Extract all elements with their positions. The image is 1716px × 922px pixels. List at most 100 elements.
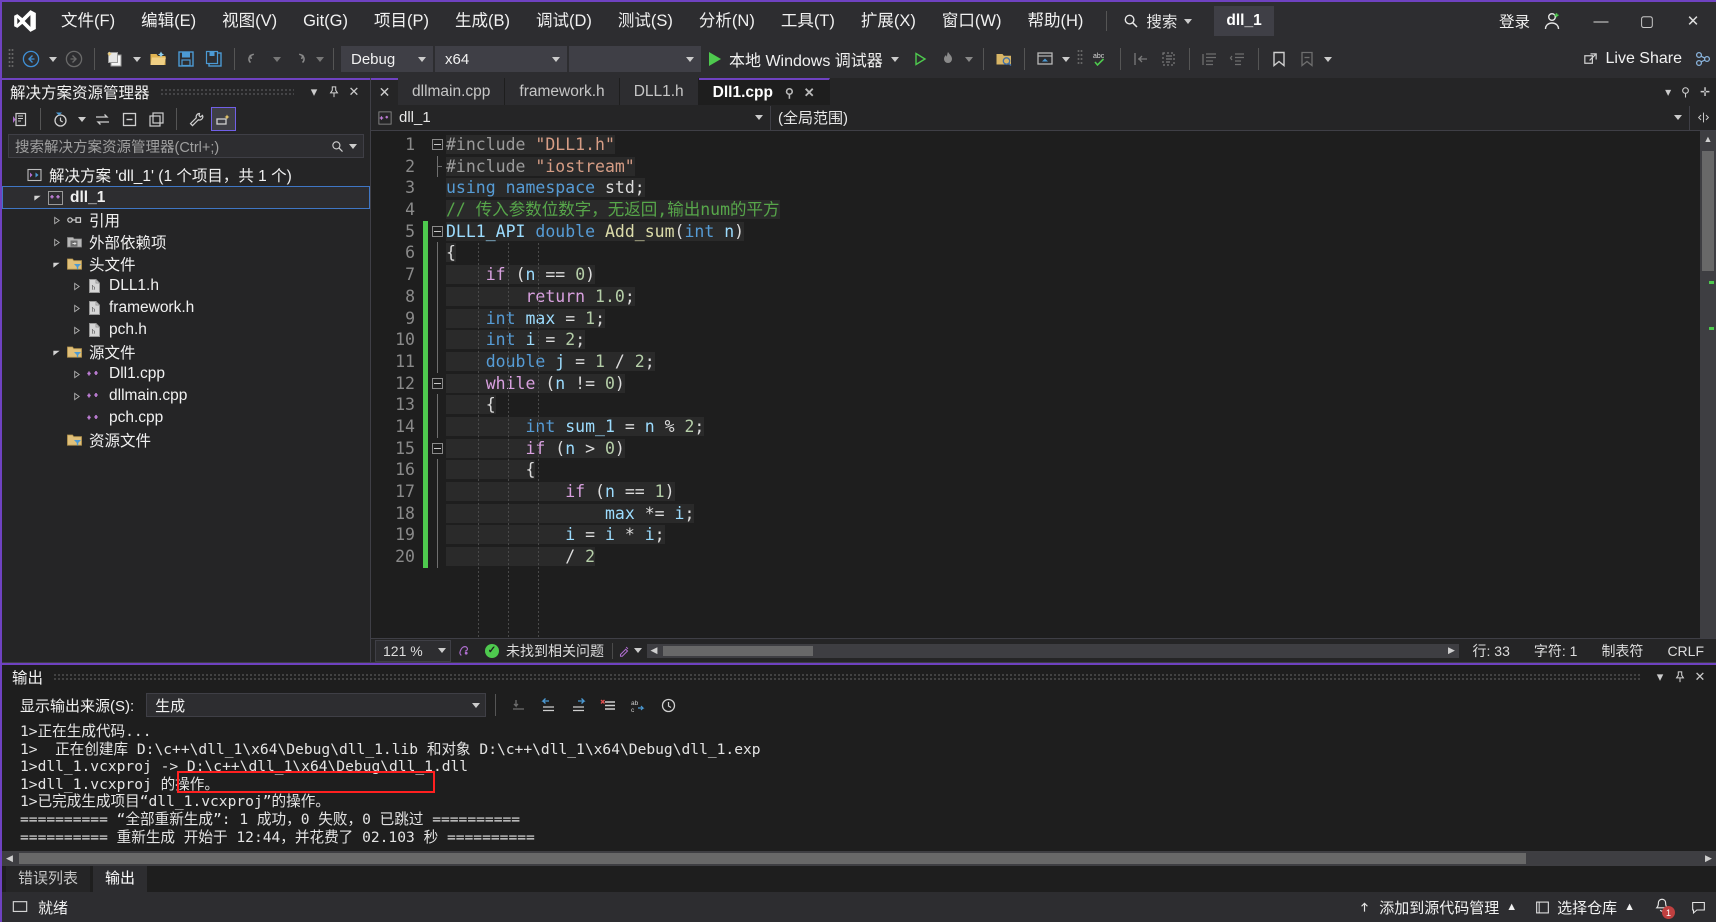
scrollbar-thumb[interactable] <box>1702 151 1714 271</box>
hot-reload-button[interactable] <box>935 46 961 72</box>
tree-item--[interactable]: 资源文件 <box>2 429 370 451</box>
live-preview-button[interactable] <box>1032 46 1058 72</box>
intellicode-icon[interactable] <box>451 644 477 658</box>
menu-analyze[interactable]: 分析(N) <box>686 1 768 41</box>
output-toggle-wordwrap-button[interactable]: abc <box>625 693 651 717</box>
toolbar-grip-2[interactable] <box>1075 48 1085 70</box>
line-ending-status[interactable]: CRLF <box>1655 643 1716 659</box>
tree-twisty[interactable] <box>68 410 84 426</box>
pin-tab-icon[interactable]: ⚲ <box>785 86 794 100</box>
fold-cell[interactable] <box>428 156 446 178</box>
tree-twisty[interactable] <box>48 212 64 228</box>
code-line[interactable]: if (n > 0) <box>446 438 1700 460</box>
menu-test[interactable]: 测试(S) <box>605 1 686 41</box>
tree-twisty[interactable] <box>48 234 64 250</box>
tree-twisty[interactable] <box>68 278 84 294</box>
menu-build[interactable]: 生成(B) <box>442 1 523 41</box>
tree-item--dll-1-1-1-[interactable]: 解决方案 'dll_1' (1 个项目，共 1 个) <box>2 164 370 186</box>
solution-explorer-home-button[interactable] <box>8 107 33 131</box>
code-line[interactable]: i = i * i; <box>446 524 1700 546</box>
output-hscrollbar-thumb[interactable] <box>19 853 1526 864</box>
solution-explorer-sync-button[interactable] <box>90 107 115 131</box>
tree-twisty[interactable] <box>48 432 64 448</box>
comment-lines-button[interactable] <box>1197 46 1223 72</box>
tree-item-dll-1[interactable]: dll_1 <box>2 186 370 209</box>
code-line[interactable]: while (n != 0) <box>446 373 1700 395</box>
code-line[interactable]: / 2 <box>446 546 1700 568</box>
undo-button[interactable] <box>242 46 268 72</box>
code-line[interactable]: max *= i; <box>446 503 1700 525</box>
menu-help[interactable]: 帮助(H) <box>1014 1 1096 41</box>
tree-twisty[interactable] <box>68 322 84 338</box>
editor-zoom-combo[interactable]: 121 % <box>375 640 451 662</box>
open-file-button[interactable] <box>145 46 171 72</box>
navigate-forward-button[interactable] <box>61 46 87 72</box>
tabstrip-maximize-icon[interactable]: ✛ <box>1700 85 1710 99</box>
fold-cell[interactable] <box>428 264 446 286</box>
search-options-chevron-down-icon[interactable] <box>349 144 357 149</box>
close-button[interactable]: ✕ <box>1670 1 1716 41</box>
fold-cell[interactable] <box>428 481 446 503</box>
hscrollbar-thumb[interactable] <box>663 646 813 656</box>
split-editor-icon[interactable] <box>1690 111 1716 124</box>
menu-view[interactable]: 视图(V) <box>209 1 290 41</box>
tree-twisty[interactable] <box>8 167 24 183</box>
menu-git[interactable]: Git(G) <box>290 1 361 41</box>
fold-cell[interactable] <box>428 242 446 264</box>
decrease-indent-button[interactable] <box>1128 46 1154 72</box>
fold-cell[interactable] <box>428 177 446 199</box>
redo-button[interactable] <box>285 46 311 72</box>
code-line[interactable]: using namespace std; <box>446 177 1700 199</box>
tree-item--[interactable]: 头文件 <box>2 253 370 275</box>
code-line[interactable]: DLL1_API double Add_sum(int n) <box>446 221 1700 243</box>
fold-cell[interactable] <box>428 134 446 156</box>
menu-project[interactable]: 项目(P) <box>361 1 442 41</box>
code-line[interactable]: double j = 1 / 2; <box>446 351 1700 373</box>
tree-item-pch.h[interactable]: hpch.h <box>2 319 370 341</box>
menu-edit[interactable]: 编辑(E) <box>128 1 209 41</box>
uncomment-lines-button[interactable] <box>1225 46 1251 72</box>
live-preview-dropdown[interactable] <box>1060 46 1073 72</box>
tree-item--[interactable]: 引用 <box>2 209 370 231</box>
tree-item--[interactable]: 外部依赖项 <box>2 231 370 253</box>
indentation-mode-status[interactable]: 制表符 <box>1589 641 1655 661</box>
fold-cell[interactable] <box>428 503 446 525</box>
code-cleanup-button[interactable] <box>613 644 645 658</box>
fold-cell[interactable] <box>428 546 446 568</box>
fold-cell[interactable] <box>428 438 446 460</box>
code-line[interactable]: { <box>446 242 1700 264</box>
output-tab-output[interactable]: 输出 <box>93 863 147 892</box>
new-project-button[interactable] <box>102 46 128 72</box>
solution-explorer-show-all-files-button[interactable] <box>144 107 169 131</box>
tree-item-dll1.h[interactable]: hDLL1.h <box>2 275 370 297</box>
spell-check-button[interactable]: abc <box>1087 46 1113 72</box>
editor-tab-dll1-cpp[interactable]: Dll1.cpp⚲✕ <box>699 78 830 105</box>
hot-reload-dropdown[interactable] <box>963 46 976 72</box>
scroll-right-arrow-icon[interactable]: ▶ <box>1701 853 1716 864</box>
bookmark-button[interactable] <box>1266 46 1292 72</box>
menu-debug[interactable]: 调试(D) <box>523 1 605 41</box>
code-line[interactable]: if (n == 1) <box>446 481 1700 503</box>
scroll-left-arrow-icon[interactable]: ◀ <box>2 853 17 864</box>
fold-cell[interactable] <box>428 199 446 221</box>
code-text-area[interactable]: #include "DLL1.h"#include "iostream"usin… <box>446 131 1700 638</box>
se-pending-dropdown[interactable] <box>75 106 88 132</box>
editor-vertical-scrollbar[interactable]: ▲ <box>1700 131 1716 638</box>
fold-cell[interactable] <box>428 524 446 546</box>
tree-twisty[interactable] <box>68 300 84 316</box>
toggle-bookmark-button[interactable] <box>1294 46 1320 72</box>
code-surface[interactable]: 1234567891011121314151617181920 #include… <box>371 131 1700 638</box>
solution-explorer-properties-button[interactable] <box>184 107 209 131</box>
code-line[interactable]: int i = 2; <box>446 329 1700 351</box>
editor-tab-framework-h[interactable]: framework.h <box>505 78 619 105</box>
no-issues-found-status[interactable]: ✓ 未找到相关问题 <box>477 641 612 661</box>
solution-explorer-pending-changes-button[interactable] <box>48 107 73 131</box>
tabstrip-chevron-down-icon[interactable]: ▾ <box>1665 85 1671 99</box>
panel-pin-icon[interactable] <box>324 81 344 103</box>
solution-explorer-collapse-all-button[interactable] <box>117 107 142 131</box>
startup-target-combo[interactable] <box>569 46 701 72</box>
toolbar-grip[interactable] <box>6 48 16 70</box>
tabstrip-close-icon[interactable]: ✕ <box>371 78 398 105</box>
scroll-right-arrow-icon[interactable]: ▶ <box>1445 645 1459 656</box>
panel-menu-chevron-down-icon[interactable]: ▾ <box>304 81 324 103</box>
